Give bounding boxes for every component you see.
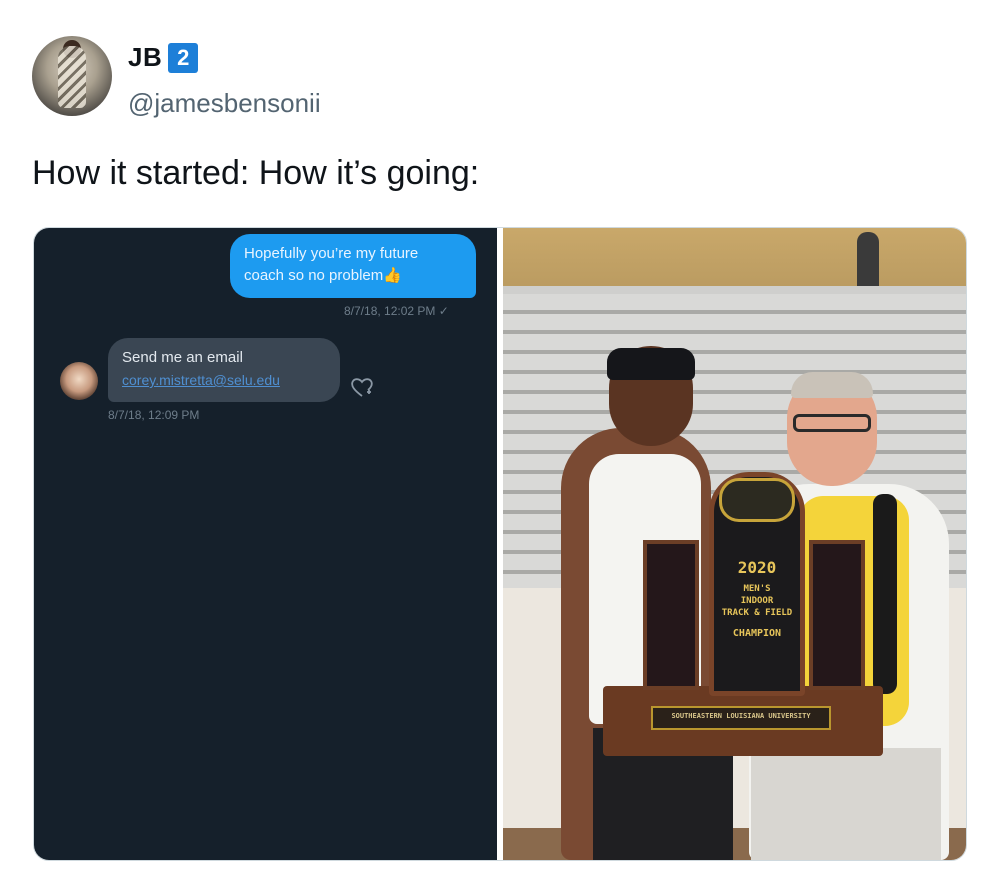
received-message-bubble: Send me an email corey.mistretta@selu.ed… (108, 338, 340, 402)
author-name-row: JB 2 (128, 42, 199, 73)
trophy-year: 2020 (737, 558, 777, 577)
heart-add-icon (351, 378, 373, 397)
email-link: corey.mistretta@selu.edu (122, 372, 280, 388)
author-avatar[interactable] (32, 36, 112, 116)
trophy-line-3: TRACK & FIELD (721, 608, 793, 618)
tweet-header: JB 2 @jamesbensonii (32, 36, 932, 120)
celebration-photo[interactable]: 2020 MEN'S INDOOR TRACK & FIELD CHAMPION… (503, 228, 966, 860)
athlete-headband (607, 348, 695, 380)
sent-message-bubble: Hopefully you’re my future coach so no p… (230, 234, 476, 298)
background-spectator (857, 232, 879, 292)
received-message-text: Send me an email (122, 349, 243, 366)
backpack-strap (873, 494, 897, 694)
author-badge: 2 (168, 42, 199, 73)
coach-hair (791, 372, 873, 398)
trophy-right-panel (809, 540, 865, 690)
trophy-crest (719, 478, 795, 522)
trophy-plate-text: SOUTHEASTERN LOUISIANA UNIVERSITY (671, 712, 811, 720)
trophy-left-panel (643, 540, 699, 690)
author-name[interactable]: JB (128, 42, 162, 73)
trophy-line-2: INDOOR (740, 596, 774, 606)
author-handle[interactable]: @jamesbensonii (128, 88, 321, 119)
coach-pants (751, 748, 941, 860)
dm-screenshot[interactable]: Hopefully you’re my future coach so no p… (34, 228, 497, 860)
arena-wall (503, 228, 966, 294)
received-timestamp: 8/7/18, 12:09 PM (108, 408, 200, 422)
tweet-media[interactable]: Hopefully you’re my future coach so no p… (33, 227, 967, 861)
tweet-text: How it started: How it’s going: (32, 154, 480, 192)
trophy-line-4: CHAMPION (732, 628, 782, 639)
trophy-line-1: MEN'S (743, 584, 771, 594)
coach-glasses (793, 414, 871, 432)
sent-timestamp: 8/7/18, 12:02 PM ✓ (344, 304, 449, 318)
coach-avatar (60, 362, 98, 400)
avatar-figure (58, 46, 86, 108)
